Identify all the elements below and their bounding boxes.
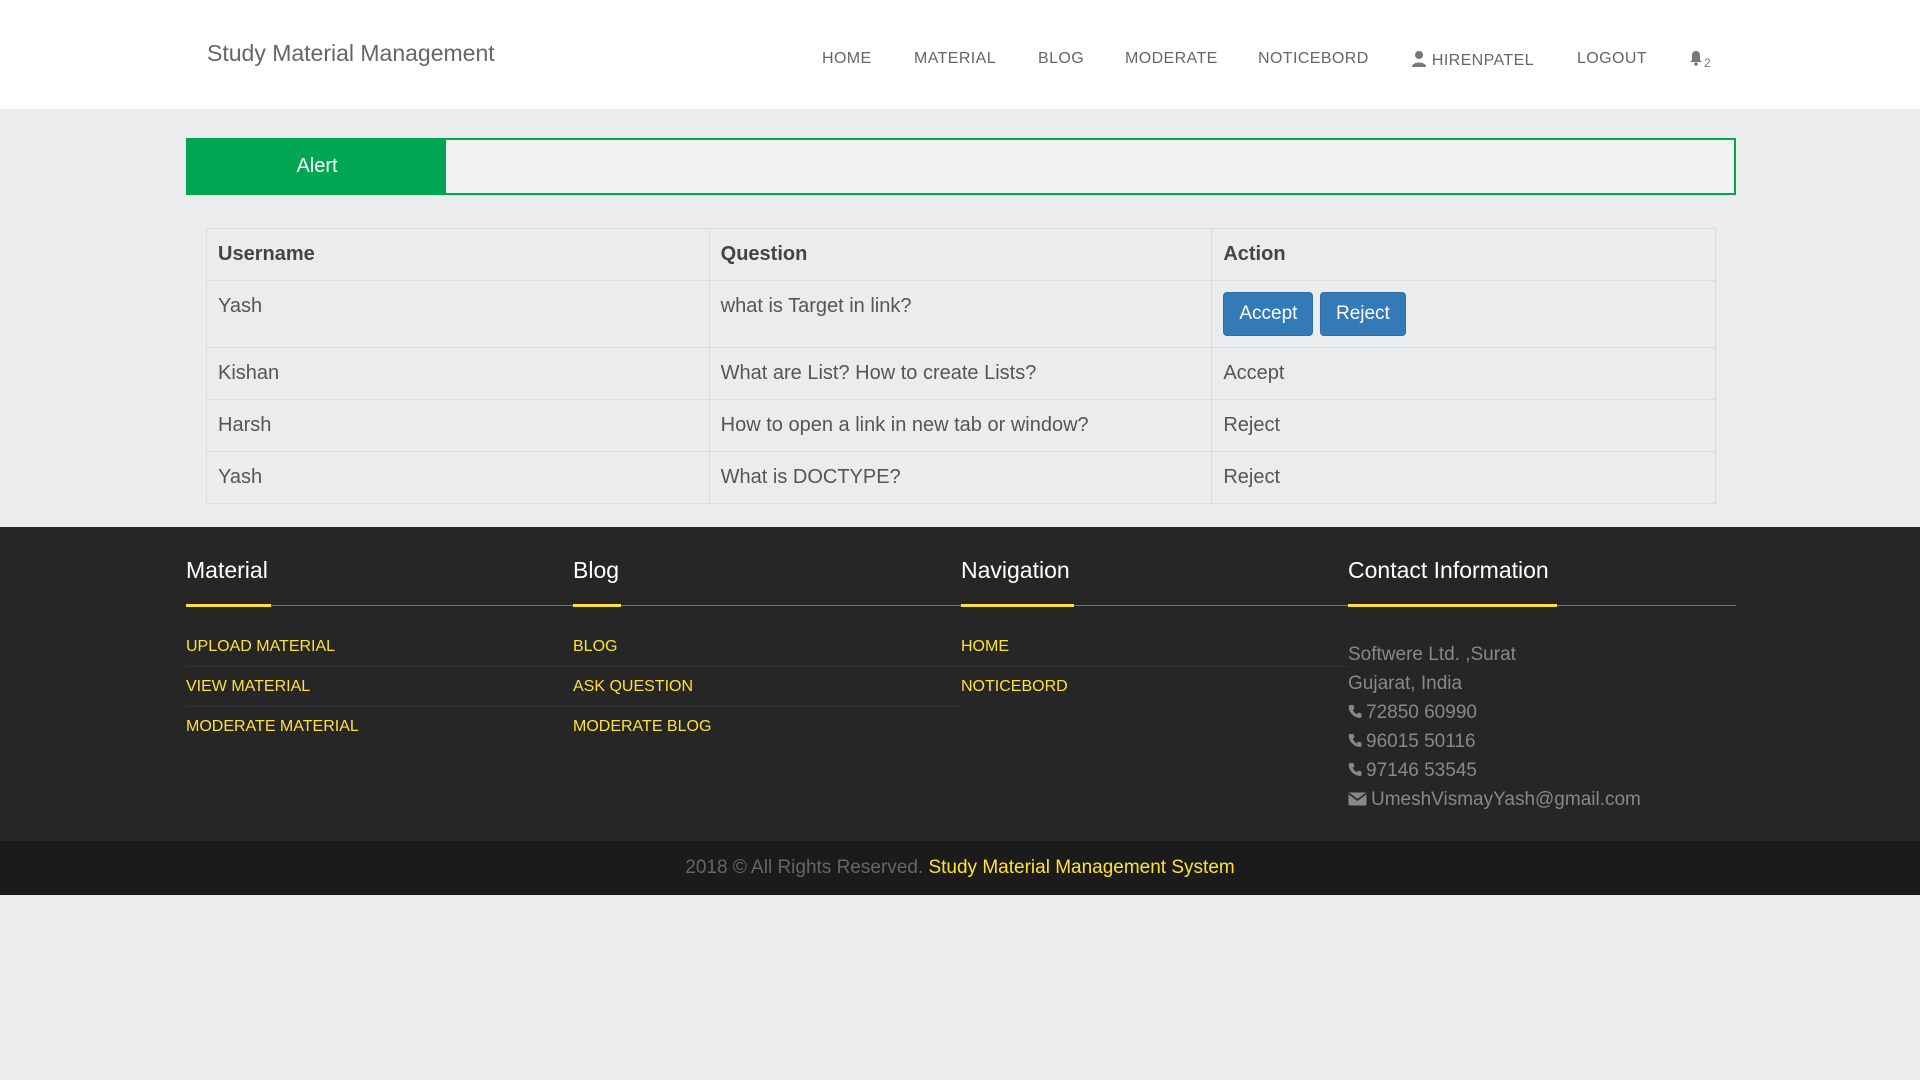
footer-contact-title: Contact Information [1348,557,1549,583]
cell-action: Accept Reject [1211,280,1716,348]
footer-link-moderate-blog[interactable]: MODERATE BLOG [573,707,961,747]
footer-link-home[interactable]: HOME [961,627,1349,667]
phone-icon [1348,763,1362,776]
accept-button[interactable]: Accept [1223,292,1314,336]
title-underline [961,604,1074,607]
footer-link-ask-question[interactable]: ASK QUESTION [573,667,961,707]
cell-username: Yash [206,280,710,348]
bell-icon [1690,51,1702,66]
phone-line: 72850 60990 [1348,698,1641,727]
phone-icon [1348,734,1362,747]
footer-link-blog[interactable]: BLOG [573,627,961,667]
address-line: Gujarat, India [1348,673,1463,694]
copyright-text: 2018 © All Rights Reserved. [685,857,924,878]
footer-navigation-title: Navigation [961,557,1070,583]
footer-link-moderate-material[interactable]: MODERATE MATERIAL [186,707,574,747]
email-line: UmeshVismayYash@gmail.com [1348,785,1641,814]
table-row: Yash What is DOCTYPE? Reject [206,451,1716,504]
title-underline [573,604,621,607]
cell-action: Reject [1211,399,1716,452]
nav-user-label: HIRENPATEL [1431,52,1534,69]
footer-blog-title: Blog [573,557,620,583]
footer-link-upload-material[interactable]: UPLOAD MATERIAL [186,627,574,667]
nav-material[interactable]: MATERIAL [914,50,996,68]
table-header-row: Username Question Action [206,228,1716,281]
phone-number: 72850 60990 [1366,702,1477,723]
cell-question: What are List? How to create Lists? [708,347,1213,400]
header-action: Action [1211,228,1716,281]
copyright-system-link[interactable]: Study Material Management System [928,857,1234,878]
cell-question: what is Target in link? [708,280,1213,348]
top-navbar: Study Material Management HOME MATERIAL … [0,0,1920,109]
footer: Material UPLOAD MATERIAL VIEW MATERIAL M… [0,527,1920,841]
cell-question: How to open a link in new tab or window? [708,399,1213,452]
cell-username: Harsh [206,399,710,452]
cell-action: Accept [1211,347,1716,400]
phone-line: 96015 50116 [1348,727,1641,756]
nav-user[interactable]: HIRENPATEL [1411,50,1534,70]
cell-action: Reject [1211,451,1716,504]
nav-moderate[interactable]: MODERATE [1125,50,1218,68]
cell-username: Yash [206,451,710,504]
footer-link-view-material[interactable]: VIEW MATERIAL [186,667,574,707]
nav-logout[interactable]: LOGOUT [1577,50,1647,68]
main-nav: HOME MATERIAL BLOG MODERATE NOTICEBORD H… [0,50,1920,72]
header-question: Question [708,228,1213,281]
footer-material-title: Material [186,557,268,583]
cell-username: Kishan [206,347,710,400]
divider [573,605,961,606]
alert-bar: Alert [186,138,1736,195]
cell-question: What is DOCTYPE? [708,451,1213,504]
questions-table: Username Question Action Yash what is Ta… [206,228,1716,504]
nav-blog[interactable]: BLOG [1038,50,1084,68]
contact-details: Softwere Ltd. ,Surat Gujarat, India 7285… [1348,640,1641,814]
notification-count: 2 [1704,56,1712,70]
table-row: Harsh How to open a link in new tab or w… [206,399,1716,452]
user-icon [1412,51,1426,67]
reject-button[interactable]: Reject [1319,292,1406,336]
table-row: Kishan What are List? How to create List… [206,347,1716,400]
table-row: Yash what is Target in link? Accept Reje… [206,280,1716,348]
phone-number: 97146 53545 [1366,760,1477,781]
email-address[interactable]: UmeshVismayYash@gmail.com [1371,789,1641,810]
nav-noticebord[interactable]: NOTICEBORD [1258,50,1369,68]
nav-home[interactable]: HOME [822,50,872,68]
address-line: Softwere Ltd. ,Surat [1348,644,1516,665]
title-underline [1348,604,1557,607]
phone-icon [1348,705,1362,718]
footer-link-noticebord[interactable]: NOTICEBORD [961,667,1349,707]
envelope-icon [1348,792,1367,806]
header-username: Username [206,228,710,281]
phone-line: 97146 53545 [1348,756,1641,785]
title-underline [186,604,271,607]
copyright-bar: 2018 © All Rights Reserved. Study Materi… [0,841,1920,895]
phone-number: 96015 50116 [1366,731,1476,752]
alert-label: Alert [188,140,446,193]
nav-notifications[interactable]: 2 [1689,50,1712,70]
